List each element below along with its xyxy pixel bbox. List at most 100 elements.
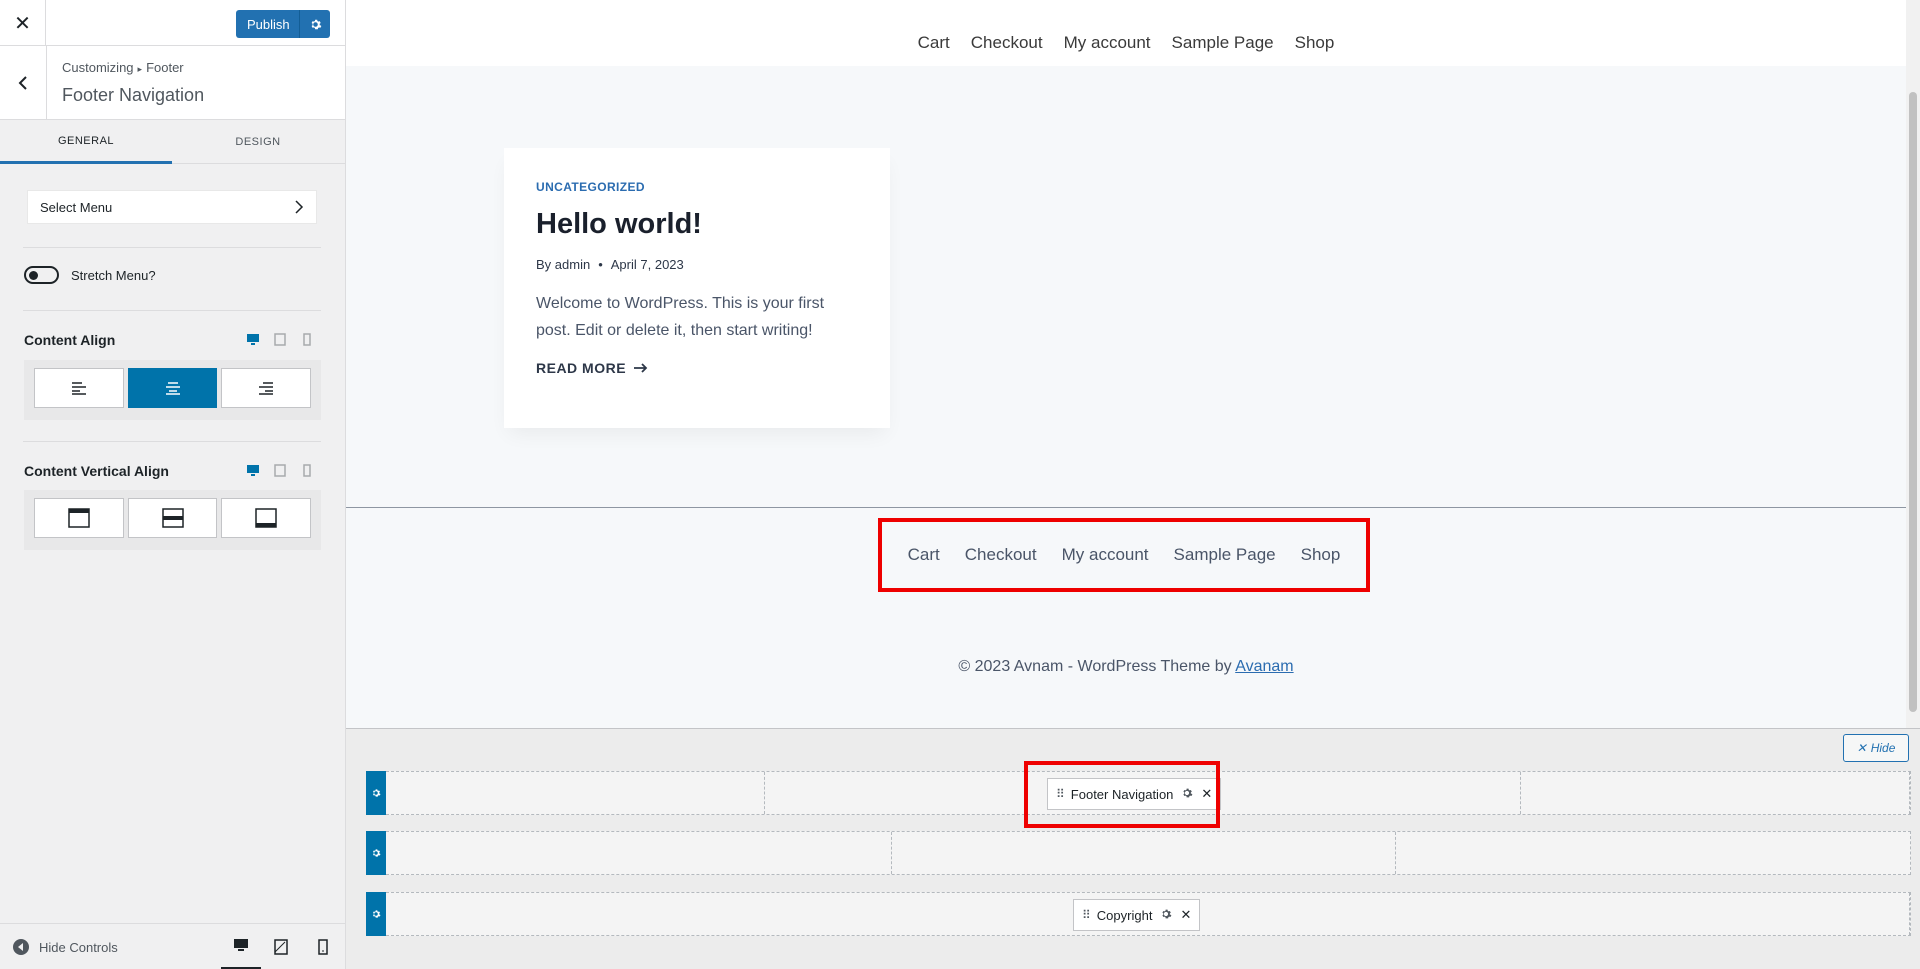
row-settings-gear-icon[interactable] bbox=[366, 771, 386, 815]
preview-desktop-button[interactable] bbox=[221, 924, 261, 969]
valign-middle-button[interactable] bbox=[127, 498, 218, 538]
stretch-menu-row: Stretch Menu? bbox=[24, 266, 156, 284]
post-author[interactable]: By admin bbox=[536, 257, 590, 272]
footer-nav-item-cart[interactable]: Cart bbox=[908, 545, 940, 565]
align-right-button[interactable] bbox=[221, 368, 312, 408]
copyright-chip-label: Copyright bbox=[1096, 907, 1153, 923]
divider bbox=[23, 441, 321, 442]
select-menu-button[interactable]: Select Menu bbox=[27, 190, 317, 224]
content-align-buttons bbox=[24, 360, 321, 420]
stretch-menu-label: Stretch Menu? bbox=[71, 267, 156, 283]
read-more-label: READ MORE bbox=[536, 360, 627, 376]
preview-tablet-button[interactable] bbox=[261, 924, 301, 969]
copyright-text: © 2023 Avnam - WordPress Theme by Avanam bbox=[346, 658, 1906, 676]
select-menu-label: Select Menu bbox=[40, 199, 113, 215]
tab-design[interactable]: DESIGN bbox=[172, 120, 344, 164]
mobile-icon[interactable] bbox=[300, 463, 314, 477]
builder-row-bottom: ⠿ Copyright ✕ bbox=[366, 892, 1911, 936]
row-settings-gear-icon[interactable] bbox=[366, 831, 386, 875]
footer-nav-item-checkout[interactable]: Checkout bbox=[965, 545, 1037, 565]
close-customizer-button[interactable]: ✕ bbox=[0, 0, 46, 46]
nav-item-shop[interactable]: Shop bbox=[1295, 33, 1335, 53]
post-title[interactable]: Hello world! bbox=[536, 208, 858, 241]
nav-item-checkout[interactable]: Checkout bbox=[971, 33, 1043, 53]
content-vertical-align-title: Content Vertical Align bbox=[24, 463, 169, 479]
align-center-button[interactable] bbox=[127, 368, 218, 408]
sidebar-top-bar: ✕ Publish bbox=[0, 0, 345, 46]
row-drop-area[interactable] bbox=[386, 831, 1911, 875]
close-icon: ✕ bbox=[1856, 741, 1867, 755]
desktop-icon[interactable] bbox=[246, 463, 260, 477]
row-settings-gear-icon[interactable] bbox=[366, 892, 386, 936]
section-header: Customizing ▸ Footer Footer Navigation bbox=[0, 46, 345, 120]
row-column[interactable] bbox=[386, 832, 892, 874]
footer-navigation-highlighted: Cart Checkout My account Sample Page Sho… bbox=[878, 518, 1370, 592]
preview-mobile-button[interactable] bbox=[303, 924, 343, 969]
copyright-label: © 2023 Avnam - WordPress Theme by bbox=[958, 658, 1236, 675]
tablet-icon[interactable] bbox=[273, 463, 287, 477]
back-button[interactable] bbox=[0, 46, 47, 120]
drag-handle-icon[interactable]: ⠿ bbox=[1082, 908, 1091, 922]
sidebar-footer: Hide Controls bbox=[0, 923, 345, 969]
chip-remove-close-icon[interactable]: ✕ bbox=[1180, 907, 1191, 923]
tab-general[interactable]: GENERAL bbox=[0, 120, 172, 164]
row-column[interactable] bbox=[892, 832, 1396, 874]
row-column[interactable] bbox=[386, 772, 765, 814]
stretch-menu-toggle[interactable] bbox=[24, 266, 59, 284]
publish-settings-gear-icon[interactable] bbox=[300, 18, 330, 31]
desktop-icon[interactable] bbox=[246, 332, 260, 346]
copyright-chip[interactable]: ⠿ Copyright ✕ bbox=[1073, 899, 1201, 931]
row-drop-area[interactable]: ⠿ Copyright ✕ bbox=[386, 892, 1911, 936]
align-left-button[interactable] bbox=[34, 368, 124, 408]
content-align-device-switch bbox=[246, 332, 314, 346]
valign-middle-icon bbox=[161, 508, 184, 528]
breadcrumb: Customizing ▸ Footer bbox=[62, 60, 184, 75]
footer-nav-item-shop[interactable]: Shop bbox=[1301, 545, 1341, 565]
content-vertical-align-buttons bbox=[24, 490, 321, 550]
footer-nav-item-sample-page[interactable]: Sample Page bbox=[1174, 545, 1276, 565]
divider bbox=[23, 310, 321, 311]
valign-top-icon bbox=[68, 508, 90, 528]
row-column[interactable] bbox=[1396, 832, 1910, 874]
mobile-icon[interactable] bbox=[300, 332, 314, 346]
divider bbox=[23, 247, 321, 248]
publish-button[interactable]: Publish bbox=[236, 10, 300, 38]
nav-item-sample-page[interactable]: Sample Page bbox=[1172, 33, 1274, 53]
align-left-icon bbox=[71, 382, 86, 395]
footer-navigation-chip-highlight bbox=[1024, 761, 1220, 828]
hide-controls-label: Hide Controls bbox=[39, 939, 118, 955]
footer-nav-item-my-account[interactable]: My account bbox=[1062, 545, 1149, 565]
preview-scrollbar[interactable] bbox=[1906, 0, 1920, 728]
builder-row-middle bbox=[366, 831, 1911, 875]
row-column[interactable] bbox=[1521, 772, 1910, 814]
customizer-sidebar: ✕ Publish Customizing ▸ Footer Footer Navi… bbox=[0, 0, 346, 969]
arrow-right-icon bbox=[634, 363, 648, 373]
valign-bottom-button[interactable] bbox=[221, 498, 312, 538]
read-more-link[interactable]: READ MORE bbox=[536, 360, 858, 376]
post-date[interactable]: April 7, 2023 bbox=[611, 257, 684, 272]
hide-controls-button[interactable]: Hide Controls bbox=[13, 939, 118, 955]
post-category[interactable]: UNCATEGORIZED bbox=[536, 180, 858, 194]
tablet-icon[interactable] bbox=[273, 332, 287, 346]
valign-top-button[interactable] bbox=[34, 498, 124, 538]
chip-settings-gear-icon[interactable] bbox=[1160, 908, 1172, 923]
settings-tabs: GENERAL DESIGN bbox=[0, 120, 345, 164]
hide-builder-button[interactable]: ✕ Hide bbox=[1843, 734, 1909, 762]
breadcrumb-section: Footer bbox=[146, 60, 184, 75]
content-align-title: Content Align bbox=[24, 332, 116, 348]
chevron-right-icon bbox=[295, 200, 304, 214]
breadcrumb-separator-icon: ▸ bbox=[137, 64, 143, 74]
publish-button-group: Publish bbox=[236, 10, 330, 38]
meta-separator-icon: • bbox=[598, 257, 603, 272]
nav-item-cart[interactable]: Cart bbox=[918, 33, 950, 53]
collapse-arrow-icon bbox=[13, 939, 29, 955]
footer-builder: ✕ Hide ⠿ Footer Navigation ✕ ⠿ Copyright… bbox=[346, 728, 1920, 969]
scrollbar-thumb[interactable] bbox=[1909, 92, 1917, 712]
post-card: UNCATEGORIZED Hello world! By admin • Ap… bbox=[504, 148, 890, 428]
avanam-link[interactable]: Avanam bbox=[1235, 658, 1293, 675]
nav-item-my-account[interactable]: My account bbox=[1064, 33, 1151, 53]
hide-label: Hide bbox=[1870, 741, 1896, 755]
section-title: Footer Navigation bbox=[62, 85, 205, 105]
site-preview: Cart Checkout My account Sample Page Sho… bbox=[346, 0, 1920, 728]
post-meta: By admin • April 7, 2023 bbox=[536, 257, 858, 272]
